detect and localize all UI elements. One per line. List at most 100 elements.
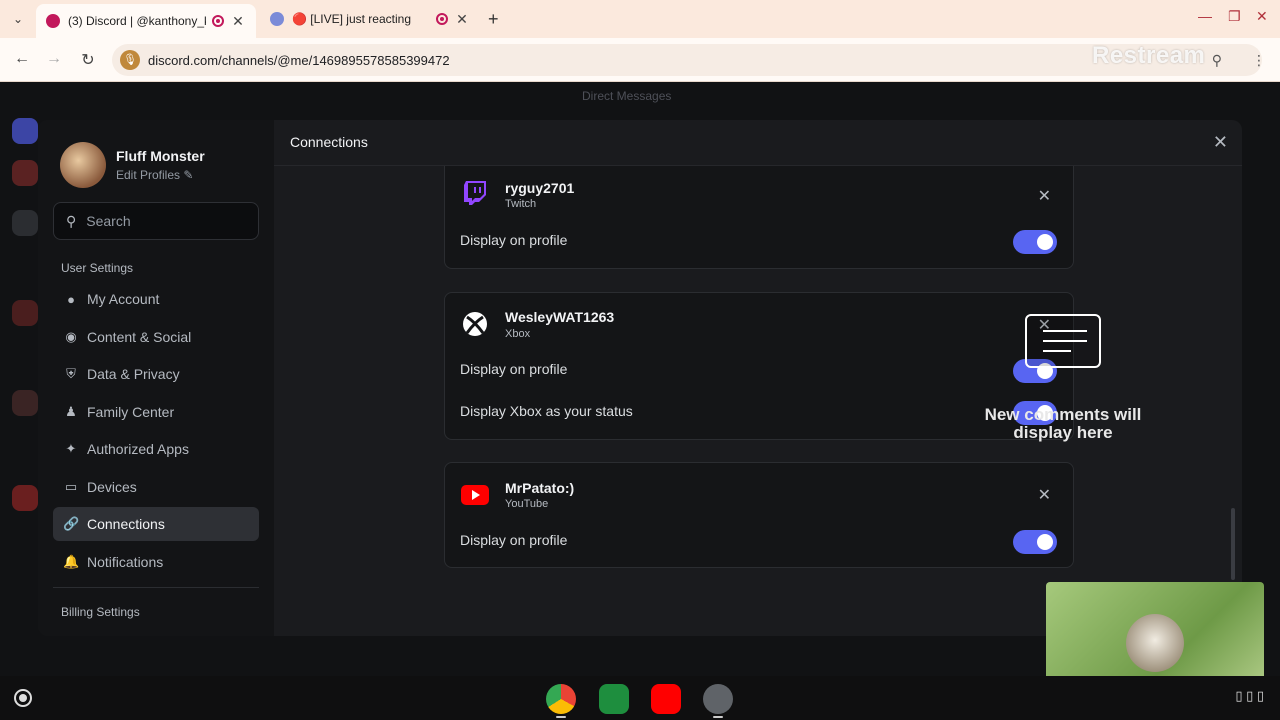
sidebar-item-family-center[interactable]: ♟ Family Center — [53, 395, 259, 429]
xbox-icon — [461, 310, 489, 338]
url-text: discord.com/channels/@me/146989557858539… — [148, 52, 450, 68]
new-tab-icon[interactable]: + — [488, 9, 499, 30]
connection-card-youtube: MrPatato:) YouTube ✕ Display on profile — [444, 462, 1074, 568]
content-header: Connections ✕ — [274, 120, 1242, 166]
link-icon: 🔗 — [63, 516, 80, 531]
connection-service-name: Xbox — [505, 328, 531, 340]
browser-toolbar: ← → ↻ 🎙 discord.com/channels/@me/1469895… — [0, 38, 1280, 82]
display-on-profile-toggle[interactable] — [1013, 530, 1057, 554]
sidebar-item-label: Content & Social — [87, 329, 192, 345]
sidebar-item-label: Family Center — [87, 404, 175, 420]
sidebar-item-my-account[interactable]: ● My Account — [53, 282, 259, 316]
connection-account-name: WesleyWAT1263 — [505, 309, 615, 325]
option-label: Display on profile — [460, 361, 568, 377]
tab-search-dropdown-icon[interactable]: ⌄ — [10, 11, 26, 27]
search-placeholder: Search — [86, 213, 131, 229]
disconnect-icon[interactable]: ✕ — [1038, 485, 1051, 505]
sidebar-item-connections[interactable]: 🔗 Connections — [53, 507, 259, 541]
connection-service-name: YouTube — [505, 498, 549, 510]
sidebar-item-devices[interactable]: ▭ Devices — [53, 470, 259, 504]
section-label-user-settings: User Settings — [61, 261, 134, 275]
sidebar-item-authorized-apps[interactable]: ✦ Authorized Apps — [53, 432, 259, 466]
youtube-icon — [461, 481, 489, 509]
toolbar-icons: ⚲ ⋮ — [1212, 52, 1266, 69]
connection-service-name: Twitch — [505, 198, 537, 210]
minimize-icon[interactable]: — — [1198, 8, 1212, 24]
stream-comments-overlay: New comments will display here — [968, 314, 1158, 442]
sidebar-item-content-social[interactable]: ◉ Content & Social — [53, 320, 259, 354]
comment-bubble-icon — [1025, 314, 1101, 368]
bell-icon: 🔔 — [63, 554, 80, 569]
tab-close-icon[interactable]: ✕ — [230, 13, 246, 30]
browser-tab-bar: ⌄ (3) Discord | @kanthony_ka ✕ 🔴 [LIVE] … — [0, 0, 1280, 38]
reload-icon[interactable]: ↻ — [78, 50, 98, 70]
address-bar[interactable]: 🎙 discord.com/channels/@me/1469895578585… — [112, 44, 1262, 76]
option-label: Display on profile — [460, 532, 568, 548]
connection-account-name: ryguy2701 — [505, 180, 575, 196]
direct-messages-label: Direct Messages — [582, 89, 672, 103]
family-icon: ♟ — [65, 404, 77, 419]
social-icon: ◉ — [65, 329, 77, 344]
microphone-icon[interactable]: 🎙 — [120, 50, 140, 70]
sidebar-item-data-privacy[interactable]: ⛨ Data & Privacy — [53, 357, 259, 391]
extensions-icon[interactable]: ⚲ — [1212, 52, 1222, 69]
menu-icon[interactable]: ⋮ — [1252, 52, 1266, 69]
discord-favicon-icon — [46, 14, 60, 28]
camera-app-icon[interactable] — [703, 684, 733, 714]
sidebar-item-label: Devices — [87, 479, 137, 495]
twitch-icon — [461, 179, 489, 207]
running-indicator — [713, 716, 723, 718]
running-indicator — [556, 716, 566, 718]
sidebar-item-label: Notifications — [87, 554, 164, 570]
back-icon[interactable]: ← — [12, 50, 32, 68]
server-icon[interactable] — [12, 485, 38, 511]
option-label: Display on profile — [460, 232, 568, 248]
maximize-icon[interactable]: ❐ — [1228, 8, 1241, 25]
recording-icon — [436, 13, 448, 25]
server-list — [0, 100, 38, 660]
shield-icon: ⛨ — [66, 366, 76, 381]
recording-icon — [212, 15, 224, 27]
settings-sidebar: Fluff Monster Edit Profiles ✎ ⚲ Search U… — [38, 120, 274, 636]
server-icon[interactable] — [12, 118, 38, 144]
section-label-billing-settings: Billing Settings — [61, 605, 140, 619]
restream-watermark: Restream — [1092, 42, 1206, 69]
disconnect-icon[interactable]: ✕ — [1038, 186, 1051, 206]
youtube-app-icon[interactable] — [651, 684, 681, 714]
search-icon: ⚲ — [66, 212, 77, 229]
sidebar-divider — [53, 587, 259, 588]
page-title: Connections — [290, 134, 368, 150]
sidebar-item-label: Authorized Apps — [87, 441, 189, 457]
server-icon[interactable] — [12, 160, 38, 186]
profile-card[interactable]: Fluff Monster Edit Profiles ✎ — [60, 142, 205, 188]
forward-icon[interactable]: → — [44, 50, 64, 68]
option-label: Display Xbox as your status — [460, 403, 633, 419]
chrome-icon[interactable] — [546, 684, 576, 714]
tab-close-icon[interactable]: ✕ — [454, 11, 470, 28]
server-icon[interactable] — [12, 210, 38, 236]
tab-title: 🔴 [LIVE] just reacting — [292, 12, 411, 26]
scrollbar[interactable] — [1231, 508, 1235, 580]
sidebar-item-label: My Account — [87, 291, 160, 307]
edit-profiles-link[interactable]: Edit Profiles ✎ — [116, 168, 205, 182]
profile-name: Fluff Monster — [116, 148, 205, 164]
close-icon[interactable]: ✕ — [1213, 132, 1228, 153]
server-icon[interactable] — [12, 300, 38, 326]
cat-image — [1126, 614, 1184, 672]
avatar — [60, 142, 106, 188]
window-close-icon[interactable]: ✕ — [1256, 8, 1268, 25]
app-grid-icon[interactable] — [599, 684, 629, 714]
sidebar-item-notifications[interactable]: 🔔 Notifications — [53, 545, 259, 579]
sidebar-item-label: Connections — [87, 516, 165, 532]
tab-discord[interactable]: (3) Discord | @kanthony_ka ✕ — [36, 4, 256, 38]
server-icon[interactable] — [12, 390, 38, 416]
tab-live[interactable]: 🔴 [LIVE] just reacting ✕ — [260, 4, 480, 34]
comments-placeholder-text: New comments will display here — [984, 405, 1142, 442]
launcher-icon[interactable] — [14, 689, 32, 707]
apps-icon: ✦ — [65, 441, 77, 456]
system-tray[interactable]: ▯ ▯ ▯ — [1235, 688, 1264, 704]
display-on-profile-toggle[interactable] — [1013, 230, 1057, 254]
connection-card-twitch: ryguy2701 Twitch ✕ Display on profile — [444, 166, 1074, 269]
settings-search-input[interactable]: ⚲ Search — [53, 202, 259, 240]
person-icon: ● — [67, 291, 75, 307]
